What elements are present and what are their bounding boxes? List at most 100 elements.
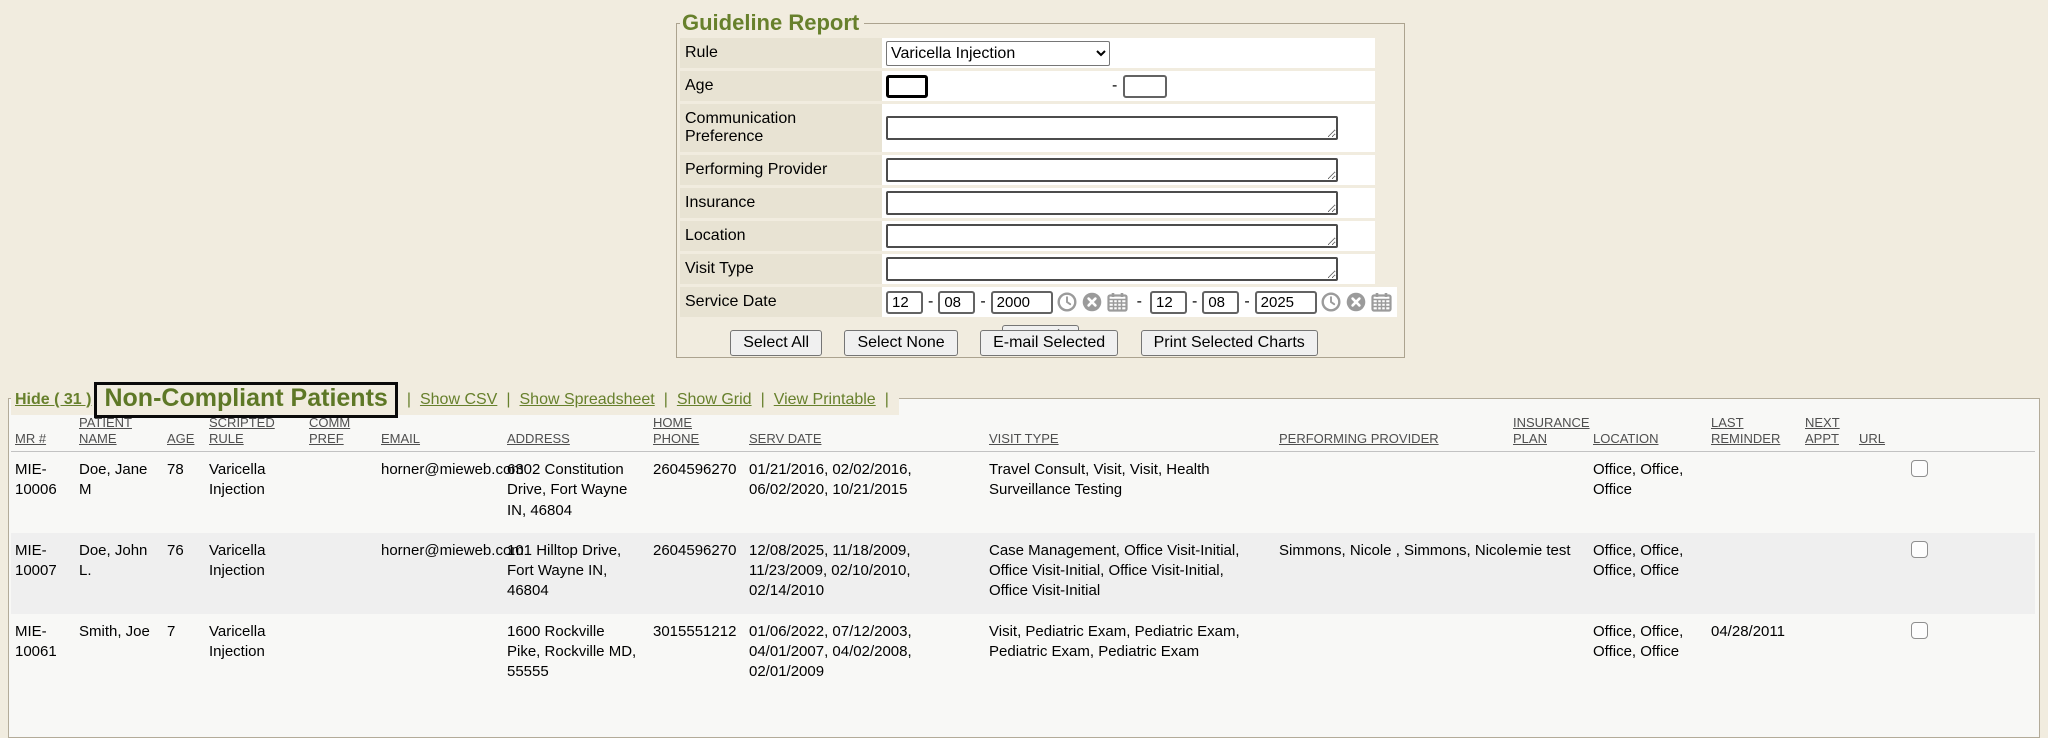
- col-header-mr[interactable]: MR #: [11, 411, 75, 452]
- serv-date-cell: 01/06/2022, 07/12/2003, 04/01/2007, 04/0…: [745, 614, 985, 695]
- col-header-next-appt[interactable]: NEXT APPT: [1801, 411, 1855, 452]
- row-checkbox[interactable]: [1911, 541, 1928, 558]
- show-csv-link[interactable]: Show CSV: [420, 391, 497, 409]
- clear-icon[interactable]: [1082, 292, 1102, 312]
- rule-row: Rule Varicella Injection: [680, 38, 1401, 68]
- home-phone-cell: 2604596270: [649, 452, 745, 533]
- non-compliant-patients-section: Hide ( 31 ) Non-Compliant Patients | Sho…: [8, 398, 2040, 738]
- communication-preference-label: Communication Preference: [680, 104, 882, 152]
- url-cell: [1855, 533, 2035, 614]
- col-header-visit-type[interactable]: VISIT TYPE: [985, 411, 1275, 452]
- email-cell: [377, 614, 503, 695]
- location-cell: Office, Office, Office, Office: [1589, 614, 1707, 695]
- insurance-plan-cell: -mie test: [1509, 533, 1589, 614]
- calendar-icon[interactable]: [1371, 292, 1392, 312]
- scripted-rule-cell: Varicella Injection: [205, 452, 305, 533]
- age-to-input[interactable]: [1123, 75, 1167, 98]
- email-selected-button[interactable]: E-mail Selected: [980, 330, 1118, 356]
- col-header-insurance-plan[interactable]: INSURANCE PLAN: [1509, 411, 1589, 452]
- email-cell: horner@mieweb.com: [377, 452, 503, 533]
- insurance-row: Insurance: [680, 188, 1401, 218]
- age-from-input[interactable]: [886, 75, 928, 98]
- home-phone-cell: 2604596270: [649, 533, 745, 614]
- section-title: Non-Compliant Patients: [94, 382, 397, 418]
- service-date-to-month-input[interactable]: [1150, 291, 1187, 314]
- performing-provider-input[interactable]: [886, 158, 1338, 182]
- mr-cell: MIE-10006: [11, 452, 75, 533]
- scripted-rule-cell: Varicella Injection: [205, 533, 305, 614]
- calendar-icon[interactable]: [1107, 292, 1128, 312]
- scripted-rule-cell: Varicella Injection: [205, 614, 305, 695]
- select-none-button[interactable]: Select None: [844, 330, 957, 356]
- performing-provider-label: Performing Provider: [680, 155, 882, 185]
- last-reminder-cell: 04/28/2011: [1707, 614, 1801, 695]
- address-cell: 6302 Constitution Drive, Fort Wayne IN, …: [503, 452, 649, 533]
- next-appt-cell: [1801, 614, 1855, 695]
- service-date-to-year-input[interactable]: [1255, 291, 1317, 314]
- visit-type-label: Visit Type: [680, 254, 882, 284]
- mr-cell: MIE-10007: [11, 533, 75, 614]
- location-row: Location: [680, 221, 1401, 251]
- visit-type-row: Visit Type: [680, 254, 1401, 284]
- performing-provider-cell: [1275, 452, 1509, 533]
- service-date-to-day-input[interactable]: [1202, 291, 1239, 314]
- communication-preference-input[interactable]: [886, 116, 1338, 140]
- performing-provider-cell: Simmons, Nicole , Simmons, Nicole: [1275, 533, 1509, 614]
- performing-provider-row: Performing Provider: [680, 155, 1401, 185]
- next-appt-cell: [1801, 452, 1855, 533]
- col-header-home-phone[interactable]: HOME PHONE: [649, 411, 745, 452]
- row-checkbox[interactable]: [1911, 622, 1928, 639]
- age-cell: 76: [163, 533, 205, 614]
- rule-select[interactable]: Varicella Injection: [886, 41, 1110, 66]
- service-date-from-day-input[interactable]: [938, 291, 975, 314]
- patients-table: MR # PATIENT NAME AGE SCRIPTED RULE COMM…: [11, 411, 2035, 694]
- url-cell: [1855, 614, 2035, 695]
- communication-preference-row: Communication Preference: [680, 104, 1401, 152]
- clock-icon[interactable]: [1057, 292, 1077, 312]
- service-date-label: Service Date: [680, 287, 882, 317]
- visit-type-cell: Travel Consult, Visit, Visit, Health Sur…: [985, 452, 1275, 533]
- last-reminder-cell: [1707, 452, 1801, 533]
- patient-name-cell: Smith, Joe: [75, 614, 163, 695]
- clear-icon[interactable]: [1346, 292, 1366, 312]
- view-printable-link[interactable]: View Printable: [774, 391, 876, 409]
- service-date-row: Service Date - - - -: [680, 287, 1401, 317]
- comm-pref-cell: [305, 452, 377, 533]
- date-part-separator: -: [1244, 293, 1249, 311]
- age-cell: 78: [163, 452, 205, 533]
- serv-date-cell: 01/21/2016, 02/02/2016, 06/02/2020, 10/2…: [745, 452, 985, 533]
- show-spreadsheet-link[interactable]: Show Spreadsheet: [520, 391, 655, 409]
- row-checkbox[interactable]: [1911, 460, 1928, 477]
- visit-type-cell: Case Management, Office Visit-Initial, O…: [985, 533, 1275, 614]
- col-header-location[interactable]: LOCATION: [1589, 411, 1707, 452]
- visit-type-input[interactable]: [886, 257, 1338, 281]
- table-row: MIE-10007 Doe, John L. 76 Varicella Inje…: [11, 533, 2035, 614]
- insurance-plan-cell: [1509, 614, 1589, 695]
- table-row: MIE-10006 Doe, Jane M 78 Varicella Injec…: [11, 452, 2035, 533]
- location-cell: Office, Office, Office, Office: [1589, 533, 1707, 614]
- col-header-performing-provider[interactable]: PERFORMING PROVIDER: [1275, 411, 1509, 452]
- service-date-from-month-input[interactable]: [886, 291, 923, 314]
- age-row: Age -: [680, 71, 1401, 101]
- hide-link[interactable]: Hide ( 31 ): [15, 391, 91, 409]
- col-header-last-reminder[interactable]: LAST REMINDER: [1707, 411, 1801, 452]
- guideline-report-legend: Guideline Report: [680, 10, 864, 36]
- home-phone-cell: 3015551212: [649, 614, 745, 695]
- age-range-separator: -: [1112, 77, 1117, 95]
- service-date-from-year-input[interactable]: [991, 291, 1053, 314]
- select-all-button[interactable]: Select All: [730, 330, 822, 356]
- col-header-url[interactable]: URL: [1855, 411, 2035, 452]
- insurance-input[interactable]: [886, 191, 1338, 215]
- print-selected-charts-button[interactable]: Print Selected Charts: [1141, 330, 1318, 356]
- email-cell: horner@mieweb.com: [377, 533, 503, 614]
- location-input[interactable]: [886, 224, 1338, 248]
- clock-icon[interactable]: [1321, 292, 1341, 312]
- col-header-serv-date[interactable]: SERV DATE: [745, 411, 985, 452]
- show-grid-link[interactable]: Show Grid: [677, 391, 752, 409]
- location-label: Location: [680, 221, 882, 251]
- age-cell: 7: [163, 614, 205, 695]
- col-header-address[interactable]: ADDRESS: [503, 411, 649, 452]
- selection-actions: Select All Select None E-mail Selected P…: [0, 330, 2048, 356]
- serv-date-cell: 12/08/2025, 11/18/2009, 11/23/2009, 02/1…: [745, 533, 985, 614]
- separator: |: [506, 391, 510, 409]
